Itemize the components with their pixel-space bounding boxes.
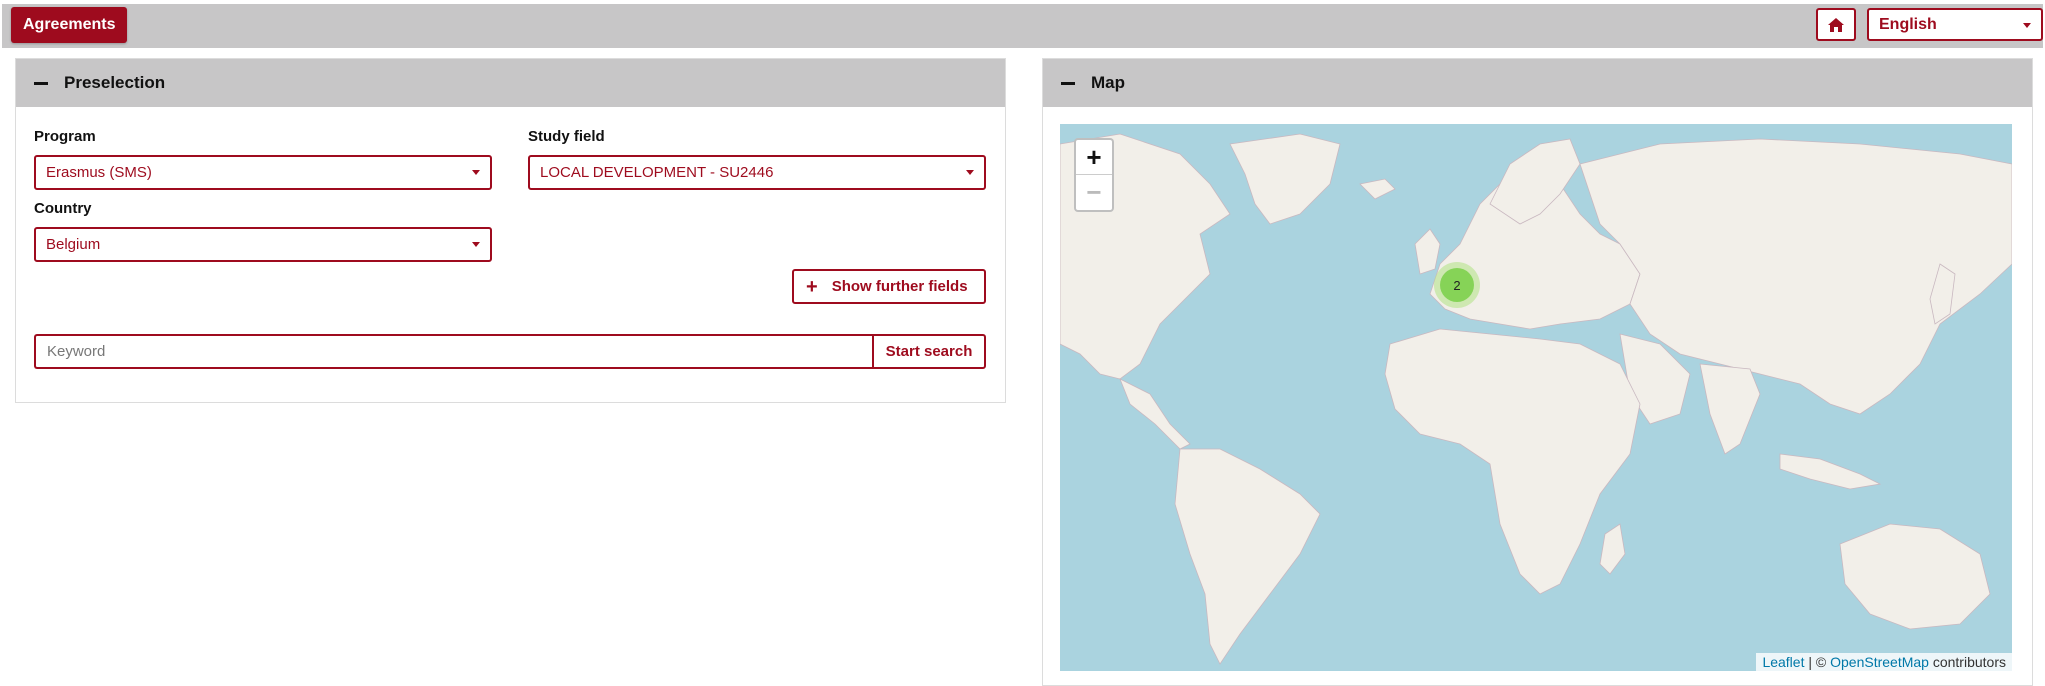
preselection-title: Preselection xyxy=(64,73,166,92)
country-label: Country xyxy=(34,200,92,217)
zoom-in-button[interactable]: + xyxy=(1076,140,1112,175)
chevron-down-icon xyxy=(472,170,480,175)
keyword-input[interactable]: Keyword xyxy=(34,334,873,369)
world-map[interactable]: + − 2 Leaflet | © OpenStreetMap contribu… xyxy=(1060,124,2012,671)
program-value: Erasmus (SMS) xyxy=(46,164,152,181)
collapse-icon xyxy=(34,81,48,85)
language-value: English xyxy=(1879,16,1937,33)
start-search-button[interactable]: Start search xyxy=(872,334,986,369)
cluster-count: 2 xyxy=(1440,268,1474,302)
chevron-down-icon xyxy=(966,170,974,175)
home-icon xyxy=(1828,17,1844,32)
program-select[interactable]: Erasmus (SMS) xyxy=(34,155,492,190)
leaflet-link[interactable]: Leaflet xyxy=(1762,654,1804,670)
map-title: Map xyxy=(1091,73,1125,92)
preselection-header[interactable]: Preselection xyxy=(16,59,1005,107)
map-header[interactable]: Map xyxy=(1043,59,2032,107)
show-further-fields-label: Show further fields xyxy=(831,278,968,295)
study-field-select[interactable]: LOCAL DEVELOPMENT - SU2446 xyxy=(528,155,986,190)
program-label: Program xyxy=(34,128,96,145)
map-tiles xyxy=(1060,124,2012,671)
agreements-button[interactable]: Agreements xyxy=(11,7,128,43)
show-further-fields-button[interactable]: + Show further fields xyxy=(792,269,986,304)
country-value: Belgium xyxy=(46,236,101,253)
collapse-icon xyxy=(1061,81,1075,85)
study-field-value: LOCAL DEVELOPMENT - SU2446 xyxy=(540,164,774,181)
zoom-out-button[interactable]: − xyxy=(1076,175,1112,210)
map-attribution: Leaflet | © OpenStreetMap contributors xyxy=(1756,653,2012,671)
plus-icon: + xyxy=(806,275,818,298)
map-cluster-marker[interactable]: 2 xyxy=(1434,262,1480,308)
study-field-label: Study field xyxy=(528,128,605,145)
top-bar: Agreements English xyxy=(2,4,2043,48)
attribution-separator: | © xyxy=(1808,654,1827,670)
attribution-suffix: contributors xyxy=(1932,654,2006,670)
zoom-control: + − xyxy=(1074,138,1114,212)
language-select[interactable]: English xyxy=(1867,8,2043,41)
openstreetmap-link[interactable]: OpenStreetMap xyxy=(1830,654,1929,670)
chevron-down-icon xyxy=(2023,23,2031,28)
country-select[interactable]: Belgium xyxy=(34,227,492,262)
keyword-placeholder: Keyword xyxy=(47,343,106,360)
chevron-down-icon xyxy=(472,242,480,247)
home-button[interactable] xyxy=(1816,8,1856,41)
